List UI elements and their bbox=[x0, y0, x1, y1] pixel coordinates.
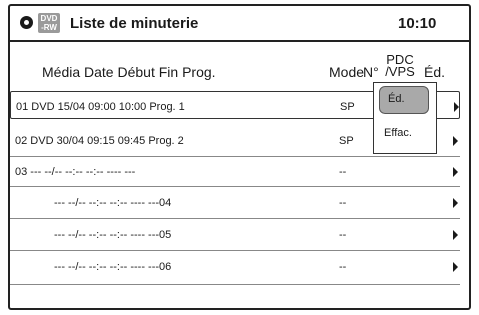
row-divider bbox=[10, 186, 460, 187]
timer-row-3[interactable]: 03 --- --/-- --:-- --:-- ---- --- -- bbox=[10, 157, 460, 185]
row-mode: SP bbox=[340, 101, 355, 113]
row-text: --- --/-- --:-- --:-- ---- ---05 bbox=[54, 229, 172, 241]
row-text: 01 DVD 15/04 09:00 10:00 Prog. 1 bbox=[16, 101, 185, 113]
edit-option-label: Éd. bbox=[388, 93, 405, 105]
row-mode: SP bbox=[339, 135, 354, 147]
row-options-popup: Éd. Effac. bbox=[373, 82, 437, 154]
disc-icon bbox=[20, 16, 33, 29]
timer-row-6[interactable]: --- --/-- --:-- --:-- ---- ---06 -- bbox=[10, 252, 460, 280]
arrow-right-icon[interactable] bbox=[453, 136, 458, 146]
row-mode: -- bbox=[339, 261, 347, 273]
row-divider bbox=[10, 218, 460, 219]
arrow-right-icon[interactable] bbox=[453, 167, 458, 177]
row-text: --- --/-- --:-- --:-- ---- ---06 bbox=[54, 261, 172, 273]
badge-line1: DVD bbox=[40, 14, 58, 23]
column-header-number: N° bbox=[363, 64, 379, 80]
timer-row-5[interactable]: --- --/-- --:-- --:-- ---- ---05 -- bbox=[10, 220, 460, 248]
arrow-right-icon[interactable] bbox=[453, 198, 458, 208]
column-header-media: Média Date Début Fin Prog. bbox=[42, 64, 216, 80]
column-header-edit: Éd. bbox=[424, 64, 446, 80]
dvd-rw-badge-icon: DVD -RW bbox=[38, 13, 60, 33]
row-divider bbox=[10, 284, 460, 285]
delete-option-button[interactable]: Effac. bbox=[384, 127, 412, 139]
clock: 10:10 bbox=[398, 15, 437, 32]
vps-label: /VPS bbox=[385, 64, 415, 79]
row-mode: -- bbox=[339, 166, 347, 178]
badge-line2: -RW bbox=[41, 23, 57, 32]
page-title: Liste de minuterie bbox=[70, 15, 199, 32]
arrow-right-icon[interactable] bbox=[454, 102, 459, 112]
column-header-pdc-vps: PDC /VPS bbox=[382, 53, 418, 79]
column-header-mode: Mode bbox=[329, 64, 365, 80]
row-mode: -- bbox=[339, 229, 347, 241]
row-divider bbox=[10, 250, 460, 251]
arrow-right-icon[interactable] bbox=[453, 262, 458, 272]
timer-row-4[interactable]: --- --/-- --:-- --:-- ---- ---04 -- bbox=[10, 188, 460, 216]
arrow-right-icon[interactable] bbox=[453, 230, 458, 240]
edit-option-button[interactable]: Éd. bbox=[379, 86, 429, 114]
row-mode: -- bbox=[339, 197, 347, 209]
row-text: 03 --- --/-- --:-- --:-- ---- --- bbox=[15, 166, 136, 178]
header-bar: DVD -RW Liste de minuterie 10:10 bbox=[10, 6, 469, 42]
row-text: 02 DVD 30/04 09:15 09:45 Prog. 2 bbox=[15, 135, 184, 147]
row-text: --- --/-- --:-- --:-- ---- ---04 bbox=[54, 197, 172, 209]
